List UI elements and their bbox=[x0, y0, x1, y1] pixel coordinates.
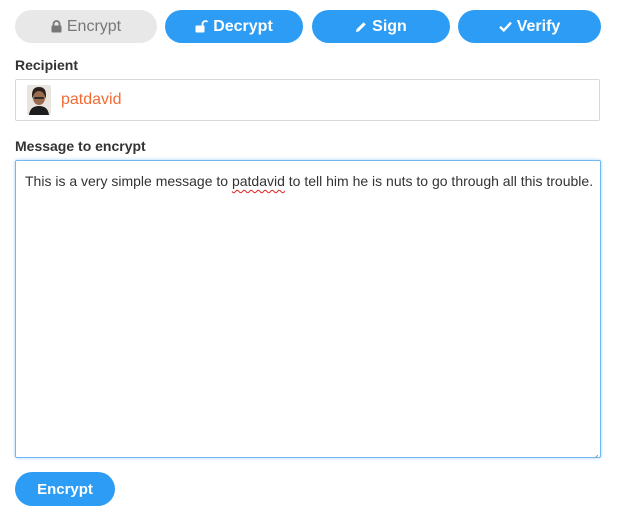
recipient-name: patdavid bbox=[61, 91, 122, 108]
user-avatar bbox=[27, 85, 51, 115]
tab-decrypt[interactable]: Decrypt bbox=[165, 10, 303, 43]
tab-verify-label: Verify bbox=[516, 17, 561, 35]
recipient-field[interactable]: patdavid bbox=[15, 79, 600, 121]
message-text-end: to tell him he is nuts to go through all… bbox=[284, 173, 594, 189]
tab-decrypt-label: Decrypt bbox=[213, 17, 273, 35]
check-icon bbox=[498, 21, 512, 32]
tab-verify[interactable]: Verify bbox=[458, 10, 601, 43]
message-textarea[interactable]: This is a very simple message to patdavi… bbox=[15, 160, 601, 458]
tab-sign[interactable]: Sign bbox=[312, 10, 450, 43]
tab-encrypt[interactable]: Encrypt bbox=[15, 10, 157, 43]
tab-encrypt-label: Encrypt bbox=[66, 17, 122, 35]
action-tabs: Encrypt Decrypt Sign Verify bbox=[15, 10, 601, 44]
lock-icon bbox=[51, 20, 62, 33]
pencil-icon bbox=[355, 21, 367, 33]
message-label: Message to encrypt bbox=[15, 138, 146, 154]
unlock-icon bbox=[195, 20, 209, 33]
recipient-label: Recipient bbox=[15, 57, 79, 73]
encrypt-button[interactable]: Encrypt bbox=[15, 472, 115, 506]
misspelled-word: patdavid bbox=[231, 173, 285, 189]
message-text-start: This is a very simple message to bbox=[25, 173, 232, 189]
resize-grip-icon[interactable] bbox=[591, 448, 599, 457]
tab-sign-label: Sign bbox=[372, 17, 407, 35]
